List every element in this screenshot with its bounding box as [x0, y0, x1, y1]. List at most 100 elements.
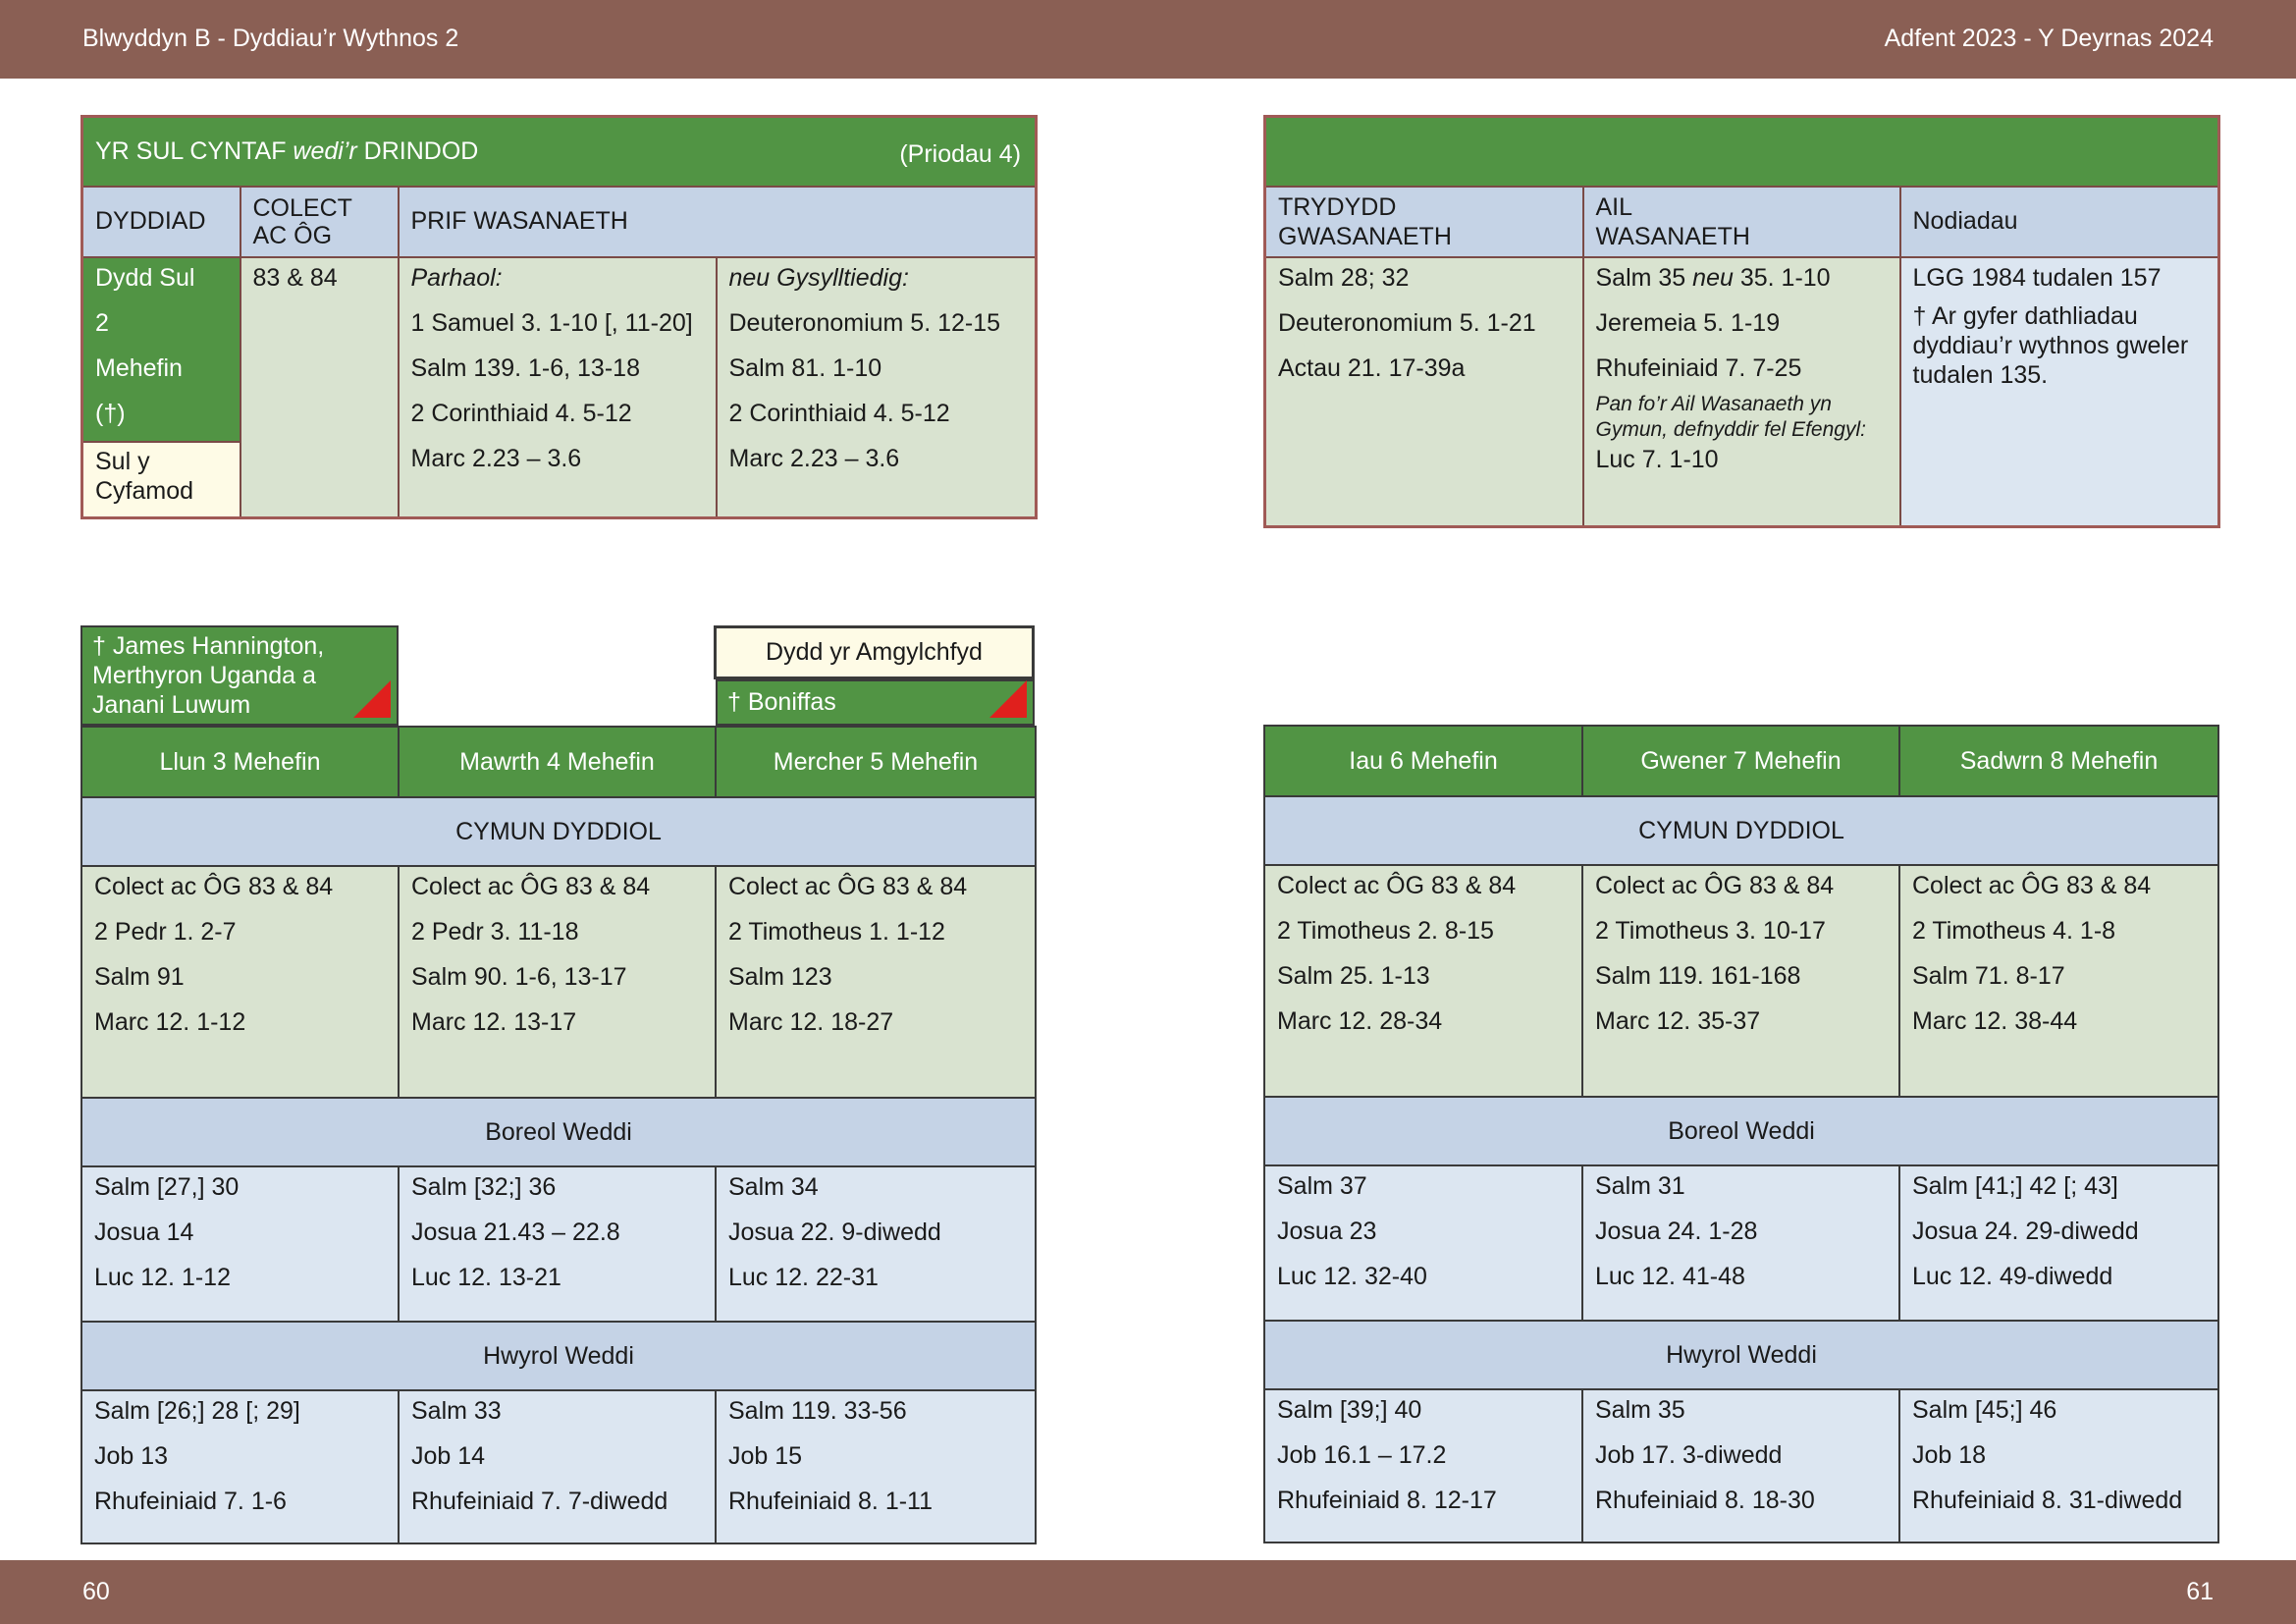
commemoration-wednesday: † Boniffas [716, 679, 1035, 726]
reading: 2 Pedr 3. 11-18 [411, 918, 579, 946]
reading: 2 Timotheus 1. 1-12 [728, 918, 945, 946]
reading: 2 Pedr 1. 2-7 [94, 918, 237, 946]
eucharist-note: Pan fo’r Ail Wasanaeth yn Gymun, defnydd… [1595, 392, 1866, 441]
continuous-readings: Parhaol: 1 Samuel 3. 1-10 [, 11-20] Salm… [397, 255, 718, 519]
header-right: Adfent 2023 - Y Deyrnas 2024 [1884, 25, 2214, 52]
reading: Deuteronomium 5. 1-21 [1278, 308, 1536, 337]
reading: Salm 25. 1-13 [1277, 962, 1430, 990]
header-notes: Nodiadau [1898, 185, 2220, 258]
reading: Marc 2.23 – 3.6 [728, 444, 900, 472]
eucharist-readings: Colect ac ÔG 83 & 84 2 Pedr 3. 11-18 Sal… [398, 865, 717, 1099]
reading: Jeremeia 5. 1-19 [1595, 308, 1781, 337]
reading: Colect ac ÔG 83 & 84 [728, 873, 968, 900]
reading: Marc 12. 1-12 [94, 1008, 246, 1036]
sunday-main-table: YR SUL CYNTAF wedi’r DRINDOD (Priodau 4)… [80, 115, 1039, 519]
page-footer: 60 61 [0, 1560, 2296, 1624]
morning-readings: Salm 37 Josua 23 Luc 12. 32-40 [1263, 1164, 1583, 1322]
reading: 1 Samuel 3. 1-10 [, 11-20] [410, 308, 693, 337]
reading: Luc 12. 1-12 [94, 1264, 231, 1291]
day-header: Gwener 7 Mehefin [1581, 725, 1900, 797]
sunday-title-bar: YR SUL CYNTAF wedi’r DRINDOD (Priodau 4) [80, 115, 1038, 188]
reading: 2 Corinthiaid 4. 5-12 [410, 399, 632, 427]
reading: 2 Timotheus 3. 10-17 [1595, 917, 1826, 945]
page-number-right: 61 [2186, 1578, 2214, 1605]
eucharist-section-header: CYMUN DYDDIOL [80, 796, 1037, 867]
date-line: (†) [95, 399, 126, 427]
reading: Salm 119. 33-56 [728, 1397, 907, 1425]
reading: Marc 12. 18-27 [728, 1008, 894, 1036]
eucharist-readings: Colect ac ÔG 83 & 84 2 Timotheus 4. 1-8 … [1898, 864, 2219, 1098]
weekday-table-right: Iau 6 Mehefin Gwener 7 Mehefin Sadwrn 8 … [1263, 725, 2219, 1543]
morning-prayer-header: Boreol Weddi [80, 1097, 1037, 1167]
reading: Job 16.1 – 17.2 [1277, 1441, 1447, 1469]
reading: Job 15 [728, 1442, 803, 1470]
notes-cell: LGG 1984 tudalen 157 † Ar gyfer dathliad… [1898, 255, 2220, 528]
reading: Salm 90. 1-6, 13-17 [411, 963, 627, 991]
note: † Ar gyfer dathliadau dyddiau’r wythnos … [1912, 301, 2189, 389]
reading: Salm [41;] 42 [; 43] [1912, 1172, 2118, 1200]
sunday-proper: (Priodau 4) [899, 140, 1022, 168]
morning-prayer-header: Boreol Weddi [1263, 1096, 2219, 1166]
day-header: Iau 6 Mehefin [1263, 725, 1583, 797]
reading: Salm 35 [1595, 1396, 1685, 1424]
note: LGG 1984 tudalen 157 [1912, 263, 2162, 292]
second-service-readings: Salm 35 neu 35. 1-10 Jeremeia 5. 1-19 Rh… [1581, 255, 1901, 528]
reading: Marc 12. 38-44 [1912, 1007, 2078, 1035]
reading: Luc 12. 22-31 [728, 1264, 879, 1291]
reading: Salm [27,] 30 [94, 1173, 240, 1201]
reading: Rhufeiniaid 8. 31-diwedd [1912, 1487, 2183, 1514]
header-left: Blwyddyn B - Dyddiau’r Wythnos 2 [82, 25, 459, 52]
eucharist-readings: Colect ac ÔG 83 & 84 2 Pedr 1. 2-7 Salm … [80, 865, 400, 1099]
evening-readings: Salm [26;] 28 [; 29] Job 13 Rhufeiniaid … [80, 1389, 400, 1544]
reading: Salm [26;] 28 [; 29] [94, 1397, 300, 1425]
collect-value: 83 & 84 [252, 263, 338, 292]
reading: Colect ac ÔG 83 & 84 [1277, 872, 1517, 899]
reading: Luc 12. 13-21 [411, 1264, 561, 1291]
red-corner-marker [353, 680, 391, 718]
reading: Colect ac ÔG 83 & 84 [94, 873, 334, 900]
reading: Rhufeiniaid 8. 1-11 [728, 1488, 934, 1515]
reading: Salm 71. 8-17 [1912, 962, 2065, 990]
reading: Salm 37 [1277, 1172, 1367, 1200]
related-label: neu Gysylltiedig: [728, 263, 909, 292]
reading: Marc 12. 13-17 [411, 1008, 577, 1036]
date-line: 2 [95, 308, 109, 337]
reading: Salm 31 [1595, 1172, 1685, 1200]
page-header: Blwyddyn B - Dyddiau’r Wythnos 2 Adfent … [0, 0, 2296, 79]
related-readings: neu Gysylltiedig: Deuteronomium 5. 12-15… [715, 255, 1038, 519]
reading: Job 14 [411, 1442, 486, 1470]
eucharist-readings: Colect ac ÔG 83 & 84 2 Timotheus 2. 8-15… [1263, 864, 1583, 1098]
sunday-other-services-table: TRYDYDD GWASANAETH AIL WASANAETH Nodiadau … [1263, 115, 2220, 528]
reading: Actau 21. 17-39a [1278, 353, 1466, 382]
header-date: DYDDIAD [80, 185, 241, 258]
reading: Luc 12. 49-diwedd [1912, 1263, 2113, 1290]
eucharist-section-header: CYMUN DYDDIOL [1263, 795, 2219, 866]
morning-readings: Salm [27,] 30 Josua 14 Luc 12. 1-12 [80, 1165, 400, 1323]
header-third-service: TRYDYDD GWASANAETH [1263, 185, 1584, 258]
evening-readings: Salm 33 Job 14 Rhufeiniaid 7. 7-diwedd [398, 1389, 717, 1544]
reading: Job 18 [1912, 1441, 1987, 1469]
header-main-service: PRIF WASANAETH [397, 185, 1038, 258]
day-header: Sadwrn 8 Mehefin [1898, 725, 2219, 797]
evening-readings: Salm 119. 33-56 Job 15 Rhufeiniaid 8. 1-… [715, 1389, 1037, 1544]
reading: Luc 12. 32-40 [1277, 1263, 1427, 1290]
reading: Josua 24. 1-28 [1595, 1218, 1758, 1245]
reading: Rhufeiniaid 7. 1-6 [94, 1488, 287, 1515]
reading: Josua 21.43 – 22.8 [411, 1218, 620, 1246]
reading: Josua 14 [94, 1218, 194, 1246]
reading: Salm 34 [728, 1173, 819, 1201]
third-service-readings: Salm 28; 32 Deuteronomium 5. 1-21 Actau … [1263, 255, 1584, 528]
reading: Salm 123 [728, 963, 832, 991]
reading: Rhufeiniaid 7. 7-25 [1595, 353, 1802, 382]
evening-readings: Salm [45;] 46 Job 18 Rhufeiniaid 8. 31-d… [1898, 1388, 2219, 1543]
evening-readings: Salm [39;] 40 Job 16.1 – 17.2 Rhufeiniai… [1263, 1388, 1583, 1543]
reading: Marc 2.23 – 3.6 [410, 444, 582, 472]
sunday-title: YR SUL CYNTAF wedi’r DRINDOD [95, 137, 479, 165]
reading: Job 13 [94, 1442, 169, 1470]
eucharist-readings: Colect ac ÔG 83 & 84 2 Timotheus 3. 10-1… [1581, 864, 1900, 1098]
weekday-table-left: Llun 3 Mehefin Mawrth 4 Mehefin Mercher … [80, 726, 1037, 1544]
reading: Colect ac ÔG 83 & 84 [1912, 872, 2152, 899]
reading: Salm 33 [411, 1397, 502, 1425]
day-header: Llun 3 Mehefin [80, 726, 400, 798]
covenant-sunday-label: Sul y Cyfamod [80, 440, 241, 519]
